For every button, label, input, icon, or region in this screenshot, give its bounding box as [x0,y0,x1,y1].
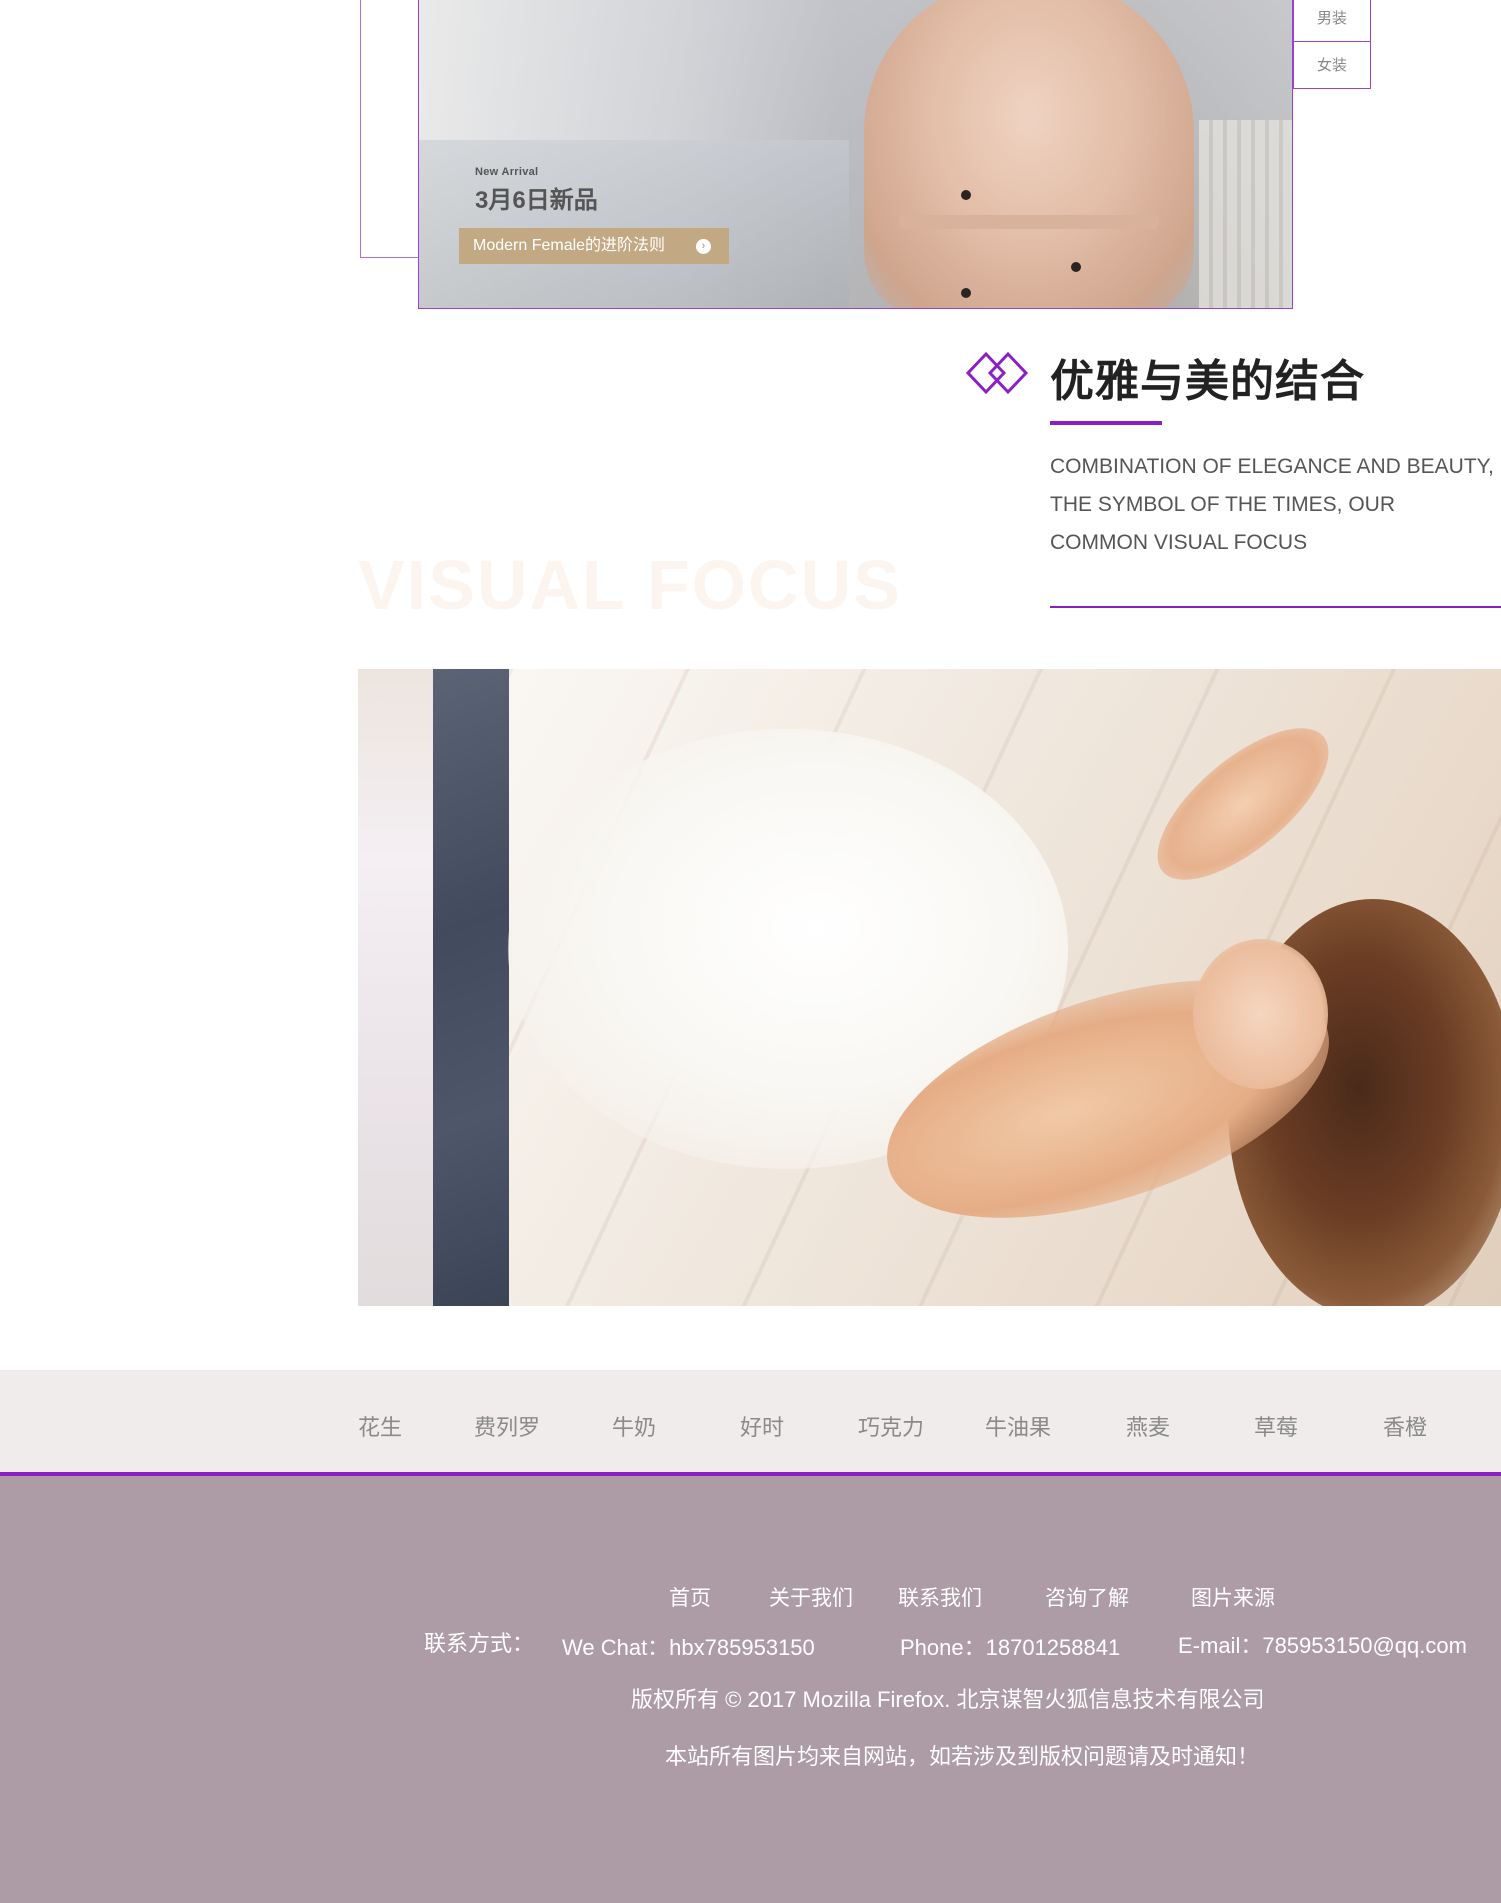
feature-photo[interactable] [358,669,1501,1306]
category-tabs: 男装 女装 [1293,0,1371,89]
watermark-text: VISUAL FOCUS [358,546,902,624]
description-line: THE SYMBOL OF THE TIMES, OUR [1050,493,1395,516]
hero-cta-label: Modern Female的进阶法则 [473,237,666,254]
section-description: COMBINATION OF ELEGANCE AND BEAUTY, THE … [1050,448,1501,562]
contact-email[interactable]: E-mail：785953150@qq.com [1178,1628,1467,1660]
brand-item[interactable]: 牛油果 [985,1410,1051,1442]
double-diamond-icon [966,351,1029,395]
footer-link-contact[interactable]: 联系我们 [898,1582,982,1612]
photo-model-face [1193,939,1328,1089]
brand-item[interactable]: 草莓 [1254,1410,1298,1442]
brand-item[interactable]: 花生 [358,1410,402,1442]
hero-coat-belt [899,215,1159,229]
brand-item[interactable]: 燕麦 [1126,1410,1170,1442]
description-line: COMMON VISUAL FOCUS [1050,531,1308,554]
copyright-notice: 本站所有图片均来自网站，如若涉及到版权问题请及时通知！ [665,1744,1260,1769]
footer-link-about[interactable]: 关于我们 [769,1582,853,1612]
brand-item[interactable]: 好时 [740,1410,784,1442]
photo-fabric-strip [358,669,434,1306]
hero-bracket-line [360,0,418,258]
footer-link-consult[interactable]: 咨询了解 [1045,1582,1129,1612]
copyright-text: 版权所有 © 2017 Mozilla Firefox. 北京谋智火狐信息技术有… [631,1687,1265,1712]
brand-item[interactable]: 香橙 [1383,1410,1427,1442]
hero-kicker: New Arrival [475,166,539,178]
description-divider [1050,606,1501,608]
description-line: COMBINATION OF ELEGANCE AND BEAUTY, [1050,455,1494,478]
tab-menswear[interactable]: 男装 [1293,0,1371,42]
coat-button [1071,262,1081,272]
contact-label: 联系方式： [424,1631,535,1656]
brand-strip: 花生 费列罗 牛奶 好时 巧克力 牛油果 燕麦 草莓 香橙 [0,1370,1501,1476]
hero-model-coat [864,0,1194,308]
section-title: 优雅与美的结合 [1050,357,1365,406]
hero-banner-image[interactable]: New Arrival 3月6日新品 Modern Female的进阶法则 › [418,0,1293,309]
footer-link-image-source[interactable]: 图片来源 [1191,1582,1275,1612]
hero-cta-button[interactable]: Modern Female的进阶法则 › [459,228,729,264]
chevron-right-circle-icon: › [696,239,711,254]
coat-button [961,190,971,200]
hero-balustrade [1199,120,1292,308]
brand-item[interactable]: 牛奶 [612,1410,656,1442]
title-underline [1050,421,1162,425]
contact-wechat: We Chat：hbx785953150 [562,1635,815,1660]
contact-phone: Phone：18701258841 [900,1635,1121,1660]
brand-item[interactable]: 巧克力 [858,1410,924,1442]
footer-link-home[interactable]: 首页 [669,1582,711,1612]
tab-womenswear[interactable]: 女装 [1293,41,1371,89]
hero-title: 3月6日新品 [475,187,598,214]
brand-item[interactable]: 费列罗 [474,1410,540,1442]
photo-dark-strip [433,669,509,1306]
coat-button [961,288,971,298]
footer: 首页 关于我们 联系我们 咨询了解 图片来源 联系方式： We Chat：hbx… [0,1476,1501,1903]
